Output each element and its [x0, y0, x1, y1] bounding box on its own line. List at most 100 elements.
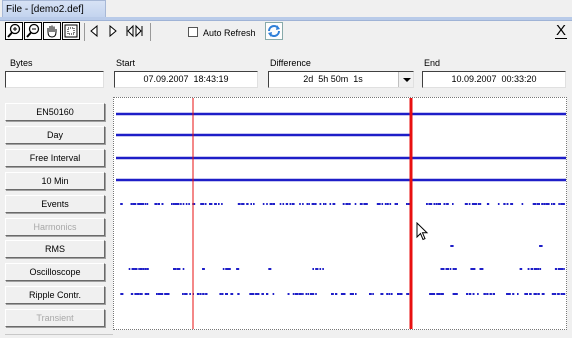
ripple-control-dot	[551, 293, 554, 295]
ripple-control-dot	[157, 293, 160, 295]
ripple-control-dot	[477, 293, 479, 295]
ripple-control-dot	[391, 293, 393, 295]
events-dot	[218, 203, 220, 205]
events-dot	[381, 203, 384, 205]
ripple-control-dot	[472, 293, 475, 295]
events-dot	[510, 203, 512, 205]
ripple-control-dot	[141, 293, 143, 295]
events-dot	[468, 203, 471, 205]
events-dot	[426, 203, 428, 205]
auto-refresh-checkbox[interactable]	[188, 27, 198, 37]
close-button[interactable]: X	[554, 22, 568, 40]
channel-button-events[interactable]: Events	[5, 195, 105, 213]
events-dot	[161, 203, 164, 205]
ripple-control-dot	[137, 293, 140, 295]
oscilloscope-dot	[537, 268, 540, 270]
rms-dot	[539, 245, 541, 247]
ripple-control-dot	[257, 293, 259, 295]
events-dot	[471, 203, 474, 205]
events-dot	[291, 203, 294, 205]
oscilloscope-dot	[225, 268, 227, 270]
ripple-control-dot	[200, 293, 202, 295]
channel-button-en50160[interactable]: EN50160	[5, 103, 105, 121]
end-value: 10.09.2007 00:33:20	[451, 74, 537, 84]
ripple-control-dot	[355, 293, 357, 295]
events-dot	[464, 203, 467, 205]
events-dot	[177, 203, 180, 205]
next-icon[interactable]	[107, 24, 119, 38]
events-dot	[396, 203, 398, 205]
ripple-control-dot	[558, 293, 560, 295]
ripple-control-dot	[508, 293, 511, 295]
ripple-control-dot	[554, 293, 557, 295]
events-dot	[144, 203, 147, 205]
ripple-control-dot	[311, 293, 313, 295]
fit-to-window-button[interactable]	[62, 22, 80, 40]
ripple-control-dot	[535, 293, 537, 295]
previous-icon[interactable]	[88, 24, 100, 38]
ripple-control-dot	[202, 293, 204, 295]
oscilloscope-dot	[128, 268, 131, 270]
bytes-field[interactable]	[5, 71, 104, 88]
first-last-icon[interactable]	[125, 24, 145, 38]
ripple-control-dot	[121, 293, 124, 295]
channel-button-10-min[interactable]: 10 Min	[5, 172, 105, 190]
channel-button-rms[interactable]: RMS	[5, 240, 105, 258]
end-field[interactable]: 10.09.2007 00:33:20	[422, 71, 566, 88]
events-dot	[541, 203, 544, 205]
ripple-control-dot	[538, 293, 540, 295]
events-dot	[536, 203, 539, 205]
fit-to-window-icon	[64, 24, 78, 38]
difference-dropdown[interactable]: 2d 5h 50m 1s	[268, 71, 414, 88]
events-dot	[479, 203, 482, 205]
zoom-in-button[interactable]	[5, 22, 23, 40]
oscilloscope-dot	[322, 268, 324, 270]
events-dot	[237, 203, 240, 205]
events-dot	[270, 203, 273, 205]
ripple-control-dot	[225, 293, 227, 295]
zoom-out-button[interactable]	[24, 22, 42, 40]
events-dot	[548, 203, 550, 205]
ripple-control-dot	[406, 293, 408, 295]
rms-dot	[450, 245, 452, 247]
refresh-button[interactable]	[265, 22, 283, 40]
ripple-control-dot	[251, 293, 253, 295]
ripple-control-dot	[220, 293, 222, 295]
ripple-control-dot	[335, 293, 337, 295]
ripple-control-dot	[340, 293, 343, 295]
ripple-control-dot	[432, 293, 434, 295]
events-dot	[289, 203, 292, 205]
ripple-control-dot	[407, 293, 410, 295]
events-dot	[241, 203, 244, 205]
ripple-control-dot	[302, 293, 304, 295]
channel-button-day[interactable]: Day	[5, 126, 105, 144]
oscilloscope-dot	[316, 268, 319, 270]
ripple-control-dot	[437, 293, 439, 295]
channel-button-free-interval[interactable]: Free Interval	[5, 149, 105, 167]
oscilloscope-dot	[531, 268, 534, 270]
events-dot	[323, 203, 325, 205]
oscilloscope-dot	[455, 268, 457, 270]
oscilloscope-dot	[269, 268, 272, 270]
ripple-control-dot	[156, 293, 158, 295]
oscilloscope-dot	[452, 268, 455, 270]
ripple-control-dot	[226, 293, 228, 295]
events-dot	[384, 203, 387, 205]
toolbar-separator	[84, 23, 85, 41]
oscilloscope-dot	[182, 268, 185, 270]
window-title-tab[interactable]: File - [demo2.def]	[2, 0, 106, 18]
events-dot	[302, 203, 304, 205]
timeline-canvas[interactable]	[114, 98, 566, 329]
events-dot	[253, 203, 255, 205]
oscilloscope-dot	[146, 268, 148, 270]
events-dot	[200, 203, 202, 205]
events-dot	[193, 203, 196, 205]
end-label: End	[424, 58, 441, 68]
start-field[interactable]: 07.09.2007 18:43:19	[114, 71, 258, 88]
pan-button[interactable]	[43, 22, 61, 40]
timeline-plot[interactable]	[113, 97, 567, 330]
channel-button-ripple-contr[interactable]: Ripple Contr.	[5, 286, 105, 304]
events-dot	[348, 203, 350, 205]
channel-button-oscilloscope[interactable]: Oscilloscope	[5, 263, 105, 281]
chevron-down-icon[interactable]	[398, 72, 413, 87]
